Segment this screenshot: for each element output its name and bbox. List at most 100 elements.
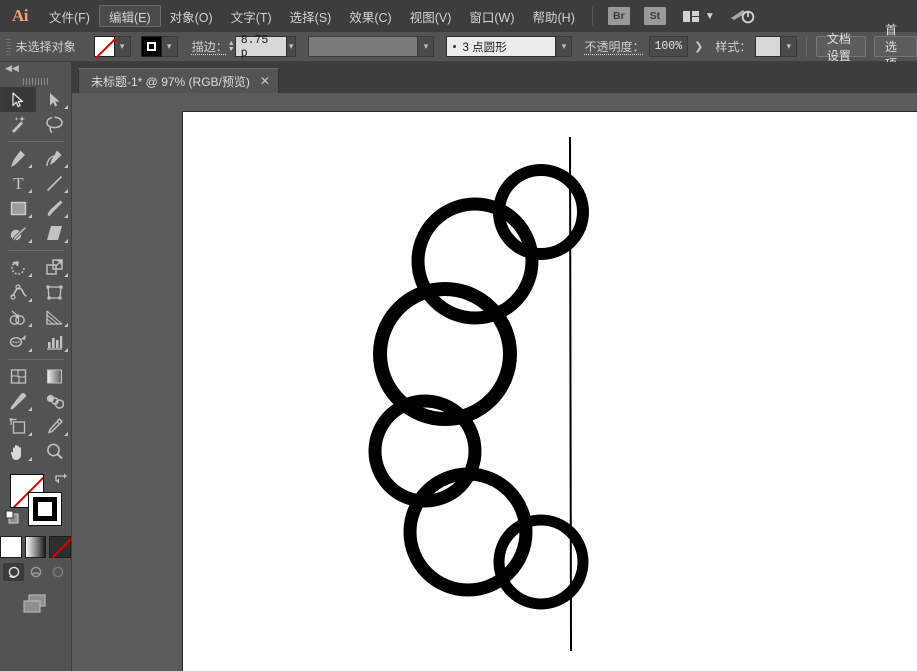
stroke-color-control[interactable]: ▾ [141,36,178,57]
width-tool[interactable] [0,280,36,305]
stroke-dropdown-arrow[interactable]: ▾ [162,36,178,57]
opacity-flyout-arrow[interactable]: ❯ [694,40,703,53]
brush-definition-field[interactable]: 3 点圆形 [446,36,556,57]
pen-icon [9,149,28,168]
eyedropper-tool[interactable] [0,389,36,414]
shaper-tool[interactable] [0,221,36,246]
brush-definition-value: 3 点圆形 [462,39,506,55]
pen-tool[interactable] [0,146,36,171]
draw-behind-button[interactable] [25,563,46,581]
menu-file[interactable]: 文件(F) [40,5,99,27]
rectangle-icon [9,199,28,218]
fill-swatch[interactable] [94,36,115,57]
brush-definition-control[interactable]: 3 点圆形 ▾ [446,36,572,57]
draw-inside-icon [51,565,65,579]
creative-cloud-button[interactable] [729,6,755,26]
eraser-tool[interactable] [36,221,72,246]
perspective-grid-tool[interactable] [36,305,72,330]
opacity-label[interactable]: 不透明度： [584,38,644,55]
menu-view[interactable]: 视图(V) [401,5,461,27]
type-icon: T [9,174,28,193]
stroke-weight-input[interactable]: 8.75 p [235,36,287,57]
stroke-weight-dropdown-arrow[interactable]: ▾ [287,36,297,57]
menu-window[interactable]: 窗口(W) [460,5,523,27]
scale-tool[interactable] [36,255,72,280]
tools-panel-grip[interactable] [0,75,71,87]
menu-divider [592,7,593,25]
blend-icon [45,392,64,411]
color-mode-gradient[interactable] [25,536,47,558]
artwork-svg [183,112,917,671]
default-fill-stroke-icon[interactable] [5,510,20,525]
stroke-weight-label[interactable]: 描边： [192,38,228,55]
fill-dropdown-arrow[interactable]: ▾ [115,36,131,57]
shape-builder-tool[interactable] [0,305,36,330]
artwork-vertical-line[interactable] [570,137,571,651]
document-tab[interactable]: 未标题-1* @ 97% (RGB/预览) ✕ [78,68,279,93]
menu-select[interactable]: 选择(S) [281,5,341,27]
eyedropper-icon [9,392,28,411]
document-setup-button[interactable]: 文档设置 [816,36,866,57]
draw-inside-button[interactable] [47,563,68,581]
collapse-panel-button[interactable]: ◀◀ [0,62,71,75]
free-transform-tool[interactable] [36,280,72,305]
stock-button[interactable]: St [644,7,666,25]
swap-fill-stroke-icon[interactable] [54,472,68,486]
menu-help[interactable]: 帮助(H) [524,5,584,27]
menu-bar: Ai 文件(F) 编辑(E) 对象(O) 文字(T) 选择(S) 效果(C) 视… [0,0,917,32]
screen-mode-button[interactable] [0,593,71,615]
slice-tool[interactable] [36,414,72,439]
blend-tool[interactable] [36,389,72,414]
color-mode-buttons [0,536,71,558]
paintbrush-tool[interactable] [36,196,72,221]
mesh-icon [9,367,28,386]
menu-type[interactable]: 文字(T) [222,5,281,27]
artboard-icon [9,417,28,436]
line-segment-tool[interactable] [36,171,72,196]
stroke-swatch[interactable] [141,36,162,57]
color-mode-color[interactable] [0,536,22,558]
selection-tool[interactable] [0,87,36,112]
draw-normal-button[interactable] [3,563,24,581]
stroke-color-box[interactable] [28,492,62,526]
width-profile-control[interactable]: ▾ [308,36,434,57]
lasso-tool[interactable] [36,112,72,137]
tools-panel: ◀◀ [0,62,72,671]
symbol-sprayer-tool[interactable] [0,330,36,355]
graphic-style-dropdown-arrow[interactable]: ▾ [781,36,797,57]
control-bar-grip[interactable] [6,39,11,55]
opacity-input[interactable]: 100% [649,36,689,57]
slice-icon [45,417,64,436]
column-graph-icon [45,333,64,352]
gradient-tool[interactable] [36,364,72,389]
chevron-down-icon: ▼ [705,11,715,22]
canvas-area[interactable] [72,93,917,671]
menu-edit[interactable]: 编辑(E) [99,5,161,27]
color-mode-none[interactable] [49,536,71,558]
bridge-button[interactable]: Br [608,7,630,25]
column-graph-tool[interactable] [36,330,72,355]
width-profile-dropdown-arrow[interactable]: ▾ [418,36,434,57]
graphic-style-control[interactable]: ▾ [755,36,797,57]
hand-tool[interactable] [0,439,36,464]
magic-wand-tool[interactable] [0,112,36,137]
artboard[interactable] [182,111,917,671]
arrange-documents-button[interactable]: ▼ [683,11,715,22]
artboard-tool[interactable] [0,414,36,439]
preferences-button[interactable]: 首选项 [874,36,917,57]
width-profile-field[interactable] [308,36,418,57]
rotate-tool[interactable] [0,255,36,280]
curvature-tool[interactable] [36,146,72,171]
direct-selection-tool[interactable] [36,87,72,112]
menu-object[interactable]: 对象(O) [161,5,222,27]
menu-effect[interactable]: 效果(C) [340,5,400,27]
type-tool[interactable]: T [0,171,36,196]
rectangle-tool[interactable] [0,196,36,221]
close-icon[interactable]: ✕ [260,74,270,88]
fill-color-control[interactable]: ▾ [94,36,131,57]
zoom-tool[interactable] [36,439,72,464]
stroke-weight-stepper[interactable]: ▲▼ [228,36,235,57]
mesh-tool[interactable] [0,364,36,389]
graphic-style-swatch[interactable] [755,36,781,57]
brush-definition-dropdown-arrow[interactable]: ▾ [556,36,572,57]
